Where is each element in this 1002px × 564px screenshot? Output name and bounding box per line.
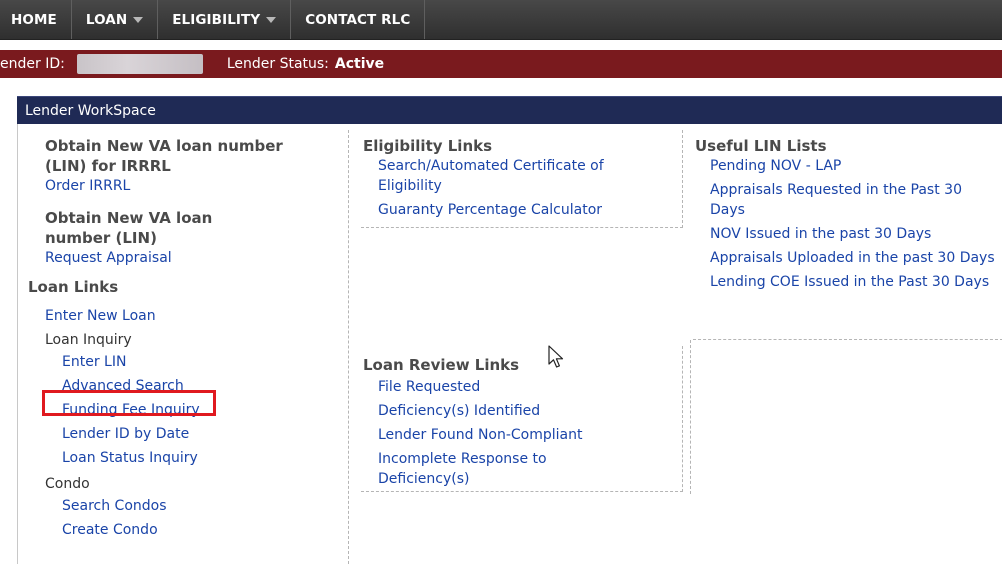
loan-links-heading: Loan Links [28, 278, 119, 296]
nov-issued-link[interactable]: NOV Issued in the past 30 Days [695, 224, 1002, 244]
nav-home-label: HOME [11, 11, 57, 28]
lender-status-bar: ender ID: Lender Status: Active [0, 50, 1002, 78]
column-divider [348, 130, 349, 564]
nav-loan[interactable]: LOAN [72, 0, 159, 39]
pending-nov-lap-link[interactable]: Pending NOV - LAP [695, 156, 1002, 176]
lender-id-label: ender ID: [0, 56, 65, 72]
search-condos-link[interactable]: Search Condos [62, 496, 350, 516]
nav-eligibility[interactable]: ELIGIBILITY [158, 0, 292, 39]
enter-lin-link[interactable]: Enter LIN [62, 352, 350, 372]
lin-heading: Obtain New VA loan number (LIN) [45, 209, 213, 247]
enter-new-loan-link[interactable]: Enter New Loan [45, 306, 350, 326]
nav-contact-rlc[interactable]: CONTACT RLC [291, 0, 426, 39]
loan-status-inquiry-link[interactable]: Loan Status Inquiry [62, 448, 350, 468]
appraisals-uploaded-link[interactable]: Appraisals Uploaded in the past 30 Days [695, 248, 995, 268]
request-appraisal-link[interactable]: Request Appraisal [45, 248, 350, 268]
loan-inquiry-label: Loan Inquiry [45, 332, 132, 348]
create-condo-link[interactable]: Create Condo [62, 520, 350, 540]
useful-lin-lists-box: Useful LIN Lists Pending NOV - LAP Appra… [693, 130, 1002, 340]
nav-eligibility-label: ELIGIBILITY [172, 11, 261, 28]
top-navigation: HOME LOAN ELIGIBILITY CONTACT RLC [0, 0, 1002, 40]
file-requested-link[interactable]: File Requested [363, 377, 682, 397]
chevron-down-icon [266, 16, 277, 23]
useful-lin-lists-heading: Useful LIN Lists [695, 137, 827, 155]
condo-label: Condo [45, 476, 90, 492]
advanced-search-link[interactable]: Advanced Search [62, 376, 350, 396]
search-automated-coe-link[interactable]: Search/Automated Certificate of Eligibil… [363, 156, 653, 196]
lending-coe-issued-link[interactable]: Lending COE Issued in the Past 30 Days [695, 272, 995, 292]
lender-id-by-date-link[interactable]: Lender ID by Date [62, 424, 350, 444]
lender-id-value-redacted [76, 54, 203, 74]
column-divider [690, 340, 691, 494]
nav-loan-label: LOAN [85, 11, 128, 28]
workspace-header: Lender WorkSpace [17, 96, 1002, 124]
lender-status-label: Lender Status: [226, 56, 329, 72]
deficiency-identified-link[interactable]: Deficiency(s) Identified [363, 401, 682, 421]
column-loan-links: Obtain New VA loan number (LIN) for IRRR… [28, 124, 350, 540]
loan-review-links-box: Loan Review Links File Requested Deficie… [361, 346, 683, 492]
lender-non-compliant-link[interactable]: Lender Found Non-Compliant [363, 425, 682, 445]
irrrl-heading: Obtain New VA loan number (LIN) for IRRR… [45, 137, 283, 175]
loan-review-links-heading: Loan Review Links [363, 356, 520, 374]
guaranty-percentage-calculator-link[interactable]: Guaranty Percentage Calculator [363, 200, 682, 220]
eligibility-links-heading: Eligibility Links [363, 137, 493, 155]
nav-home[interactable]: HOME [0, 0, 72, 39]
incomplete-response-link[interactable]: Incomplete Response to Deficiency(s) [363, 449, 593, 489]
workspace-body: Obtain New VA loan number (LIN) for IRRR… [17, 124, 1002, 564]
appraisals-requested-link[interactable]: Appraisals Requested in the Past 30 Days [695, 180, 995, 220]
order-irrrl-link[interactable]: Order IRRRL [45, 176, 350, 196]
lender-status-value: Active [334, 56, 385, 72]
workspace-title: Lender WorkSpace [25, 102, 156, 119]
eligibility-links-box: Eligibility Links Search/Automated Certi… [361, 130, 683, 228]
nav-contact-label: CONTACT RLC [305, 11, 411, 28]
chevron-down-icon [133, 16, 144, 23]
funding-fee-inquiry-link[interactable]: Funding Fee Inquiry [62, 400, 350, 420]
